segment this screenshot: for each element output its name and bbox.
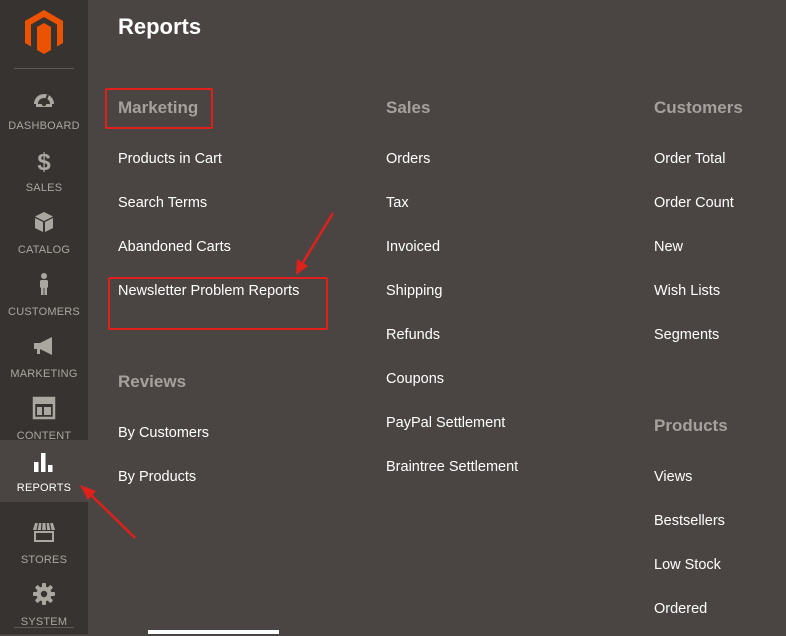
bottom-scroll-indicator [148, 630, 279, 634]
annotation-arrows [80, 212, 335, 539]
